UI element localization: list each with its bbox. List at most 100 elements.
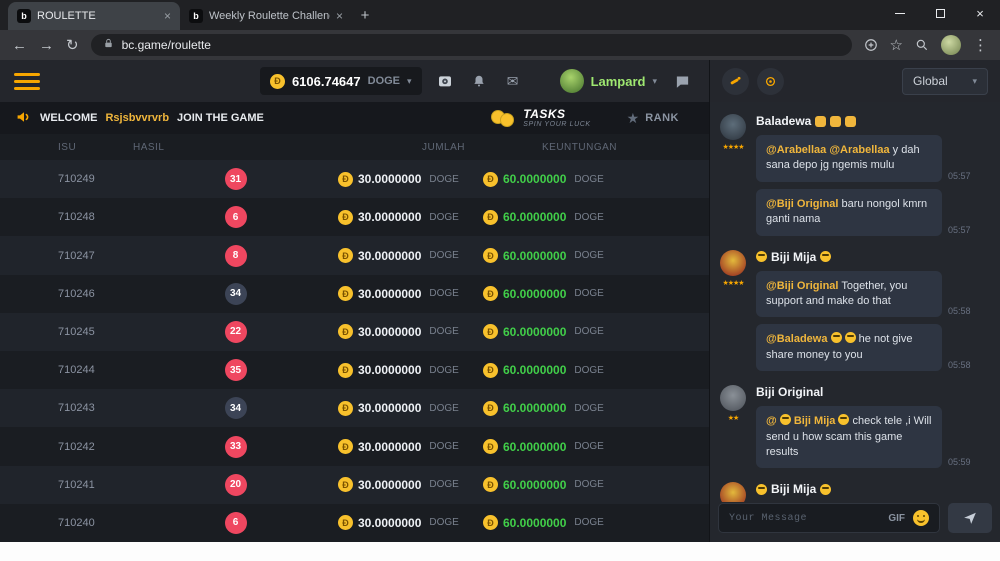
mention-link[interactable]: @Biji Original (766, 280, 838, 292)
mention-link[interactable]: @Biji Original (766, 198, 838, 210)
reload-button[interactable]: ↻ (66, 38, 79, 53)
bell-icon[interactable] (466, 68, 492, 94)
new-tab-button[interactable]: + (352, 2, 378, 28)
message-input-wrapper[interactable]: GIF (718, 503, 940, 533)
emoji-icon (780, 414, 791, 425)
chat-user-avatar[interactable] (720, 250, 746, 276)
mention-link[interactable]: @Baladewa (766, 333, 827, 345)
table-row[interactable]: 71024522Ð30.0000000DOGEÐ60.0000000DOGE (0, 313, 709, 351)
mention-link[interactable]: Biji Mija (794, 415, 836, 427)
minimize-button[interactable] (880, 0, 920, 27)
chat-user-avatar[interactable] (720, 114, 746, 140)
table-row[interactable]: 71024931Ð30.0000000DOGEÐ60.0000000DOGE (0, 160, 709, 198)
forward-button[interactable]: → (39, 38, 54, 53)
bet-id: 710244 (58, 364, 133, 376)
currency-label: DOGE (574, 326, 603, 337)
rank-label: RANK (645, 112, 679, 124)
table-row[interactable]: 71024334Ð30.0000000DOGEÐ60.0000000DOGE (0, 389, 709, 427)
welcome-suffix: JOIN THE GAME (177, 112, 264, 124)
gif-button[interactable]: GIF (888, 513, 905, 524)
browser-profile-avatar[interactable] (941, 35, 961, 55)
chat-username[interactable]: Biji Mija (771, 482, 816, 496)
balance-selector[interactable]: Ð 6106.74647 DOGE ▾ (260, 67, 422, 95)
avatar-column: ★★★★ (718, 114, 748, 236)
currency-label: DOGE (574, 365, 603, 376)
currency-label: DOGE (574, 212, 603, 223)
mention-link[interactable]: @ (766, 415, 777, 427)
payout-cell: Ð60.0000000DOGE (483, 363, 633, 378)
chat-username[interactable]: Baladewa (756, 114, 811, 128)
payout-value: 60.0000000 (503, 478, 566, 492)
result-cell: 22 (133, 321, 338, 343)
chat-username[interactable]: Biji Mija (771, 250, 816, 264)
menu-hamburger-icon[interactable] (14, 73, 40, 90)
chat-rules-button[interactable] (757, 68, 784, 95)
currency-label: DOGE (574, 288, 603, 299)
doge-coin-icon: Ð (338, 172, 353, 187)
page-content: Ð 6106.74647 DOGE ▾ ✉ Lampard ▾ (0, 60, 1000, 542)
table-row[interactable]: 71024120Ð30.0000000DOGEÐ60.0000000DOGE (0, 466, 709, 504)
doge-coin-icon: Ð (338, 210, 353, 225)
user-menu[interactable]: Lampard ▾ (560, 69, 657, 93)
chat-messages: ★★★★Baladewa@Arabellaa @Arabellaa y dah … (710, 102, 1000, 502)
doge-coin-icon: Ð (483, 324, 498, 339)
browser-toolbar: ← → ↻ bc.game/roulette ☆ ⋮ (0, 30, 1000, 60)
tasks-shortcut[interactable]: TASKS SPIN YOUR LUCK (491, 107, 590, 130)
result-badge: 20 (225, 474, 247, 496)
tab-roulette[interactable]: b ROULETTE × (8, 2, 180, 30)
currency-label: DOGE (574, 479, 603, 490)
message-bubble: @Baladewa he not give share money to you (756, 324, 942, 371)
tab-close-icon[interactable]: × (336, 9, 343, 23)
emoji-picker-icon[interactable] (913, 510, 929, 526)
mention-link[interactable]: @Arabellaa (766, 144, 826, 156)
chat-message: @Baladewa he not give share money to you… (756, 324, 990, 371)
currency-label: DOGE (429, 479, 458, 490)
avatar-column: ★★★★ (718, 482, 748, 502)
doge-coin-icon: Ð (338, 439, 353, 454)
amount-value: 30.0000000 (358, 363, 421, 377)
payout-cell: Ð60.0000000DOGE (483, 172, 633, 187)
chat-user-avatar[interactable] (720, 482, 746, 502)
chat-channel-select[interactable]: Global ▾ (902, 68, 988, 95)
chat-user-avatar[interactable] (720, 385, 746, 411)
tasks-title: TASKS (523, 107, 590, 121)
rank-shortcut[interactable]: ★ RANK (627, 111, 679, 125)
message-group-body: Biji MijaOk05:59 (756, 482, 990, 502)
payout-cell: Ð60.0000000DOGE (483, 286, 633, 301)
table-row[interactable]: 7102406Ð30.0000000DOGEÐ60.0000000DOGE (0, 504, 709, 542)
message-time: 05:58 (948, 306, 971, 317)
send-button[interactable] (948, 503, 992, 533)
chat-message-input[interactable] (729, 513, 880, 524)
username-row: Biji Mija (756, 250, 990, 264)
search-icon[interactable] (915, 38, 929, 52)
table-row[interactable]: 71024634Ð30.0000000DOGEÐ60.0000000DOGE (0, 275, 709, 313)
coin-rain-button[interactable] (722, 68, 749, 95)
vault-icon[interactable] (432, 68, 458, 94)
tab-close-icon[interactable]: × (164, 9, 171, 23)
mail-icon[interactable]: ✉ (500, 68, 526, 94)
tab-weekly-roulette[interactable]: b Weekly Roulette Challenge - Wi × (180, 2, 352, 30)
table-row[interactable]: 7102486Ð30.0000000DOGEÐ60.0000000DOGE (0, 198, 709, 236)
message-bubble: @ Biji Mija check tele ,i Will send u ho… (756, 406, 942, 468)
table-row[interactable]: 71024435Ð30.0000000DOGEÐ60.0000000DOGE (0, 351, 709, 389)
amount-value: 30.0000000 (358, 440, 421, 454)
mention-link[interactable]: @Arabellaa (829, 144, 889, 156)
extension-icon[interactable] (864, 38, 878, 52)
message-time: 05:57 (948, 171, 971, 182)
close-icon: × (976, 7, 984, 20)
amount-cell: Ð30.0000000DOGE (338, 324, 483, 339)
main-panel: Ð 6106.74647 DOGE ▾ ✉ Lampard ▾ (0, 60, 709, 542)
amount-cell: Ð30.0000000DOGE (338, 401, 483, 416)
table-row[interactable]: 71024233Ð30.0000000DOGEÐ60.0000000DOGE (0, 427, 709, 465)
browser-menu-icon[interactable]: ⋮ (973, 38, 988, 53)
close-button[interactable]: × (960, 0, 1000, 27)
maximize-button[interactable] (920, 0, 960, 27)
chat-username[interactable]: Biji Original (756, 385, 823, 399)
payout-value: 60.0000000 (503, 325, 566, 339)
table-row[interactable]: 7102478Ð30.0000000DOGEÐ60.0000000DOGE (0, 236, 709, 274)
bookmark-star-icon[interactable]: ☆ (890, 38, 903, 53)
address-bar[interactable]: bc.game/roulette (91, 34, 852, 56)
back-button[interactable]: ← (12, 38, 27, 53)
chat-toggle-icon[interactable] (669, 68, 695, 94)
doge-coin-icon: Ð (338, 515, 353, 530)
